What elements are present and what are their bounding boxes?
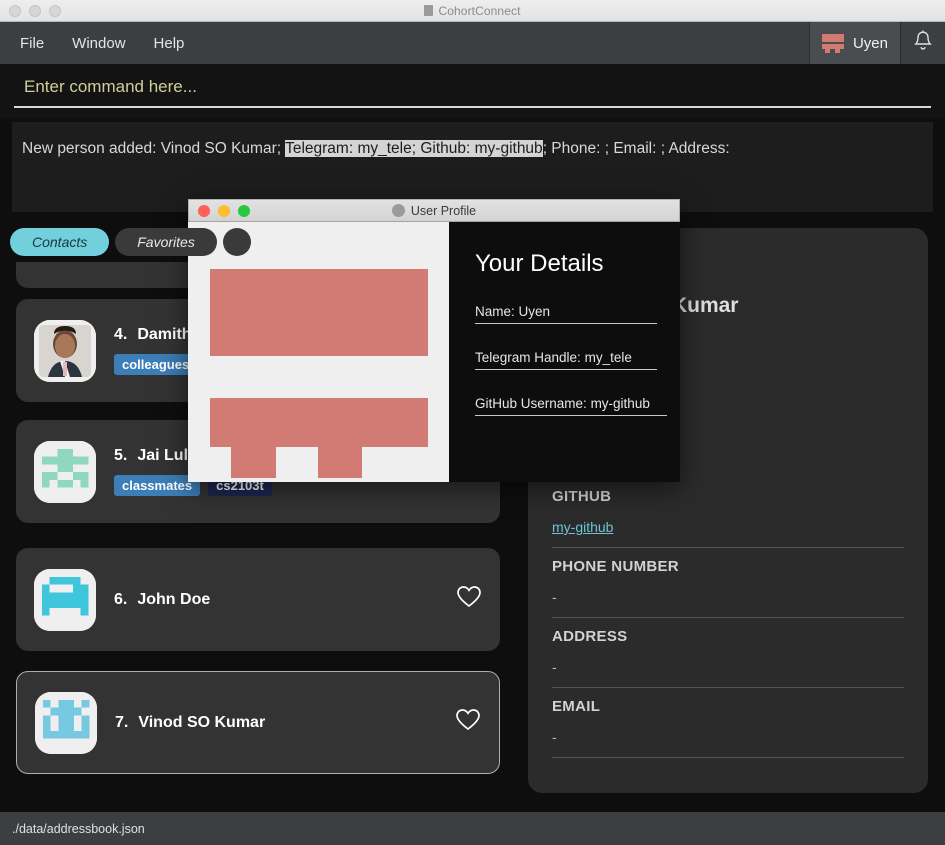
dialog-field-value: Uyen bbox=[518, 304, 551, 319]
avatar bbox=[34, 440, 96, 503]
dialog-titlebar: User Profile bbox=[188, 199, 680, 222]
detail-field-github: GITHUB my-github bbox=[552, 488, 904, 548]
detail-field-list: GITHUB my-github PHONE NUMBER - ADDRESS … bbox=[552, 488, 904, 768]
command-area bbox=[0, 64, 945, 118]
detail-field-value: - bbox=[552, 729, 557, 745]
list-item-name: 6. John Doe bbox=[114, 591, 456, 609]
list-item-name-text: Damith bbox=[137, 326, 192, 343]
favorite-heart-icon[interactable] bbox=[455, 708, 481, 737]
dialog-field-label: Telegram Handle: bbox=[475, 350, 581, 365]
tab-third-hidden[interactable] bbox=[222, 228, 251, 256]
divider bbox=[475, 415, 667, 416]
menubar-right-group: Uyen bbox=[808, 22, 945, 64]
window-title: CohortConnect bbox=[0, 4, 945, 18]
menu-file[interactable]: File bbox=[10, 31, 54, 56]
dialog-field-value: my_tele bbox=[584, 350, 632, 365]
tab-favorites[interactable]: Favorites bbox=[115, 228, 217, 256]
list-item-index: 7. bbox=[115, 713, 129, 731]
broken-image-placeholder-icon bbox=[188, 222, 449, 486]
list-item-name: 7. Vinod SO Kumar bbox=[115, 714, 455, 732]
detail-field-label: GITHUB bbox=[552, 488, 612, 505]
dialog-field-github: GitHub Username: my-github bbox=[475, 396, 667, 416]
status-file-path: ./data/addressbook.json bbox=[12, 821, 145, 836]
user-profile-dialog: User Profile Your Details Name: Uyen Tel… bbox=[188, 199, 680, 482]
github-link[interactable]: my-github bbox=[552, 519, 904, 535]
detail-field-value: - bbox=[552, 659, 557, 675]
list-item-index: 6. bbox=[114, 590, 128, 608]
detail-field-address: ADDRESS - bbox=[552, 628, 904, 688]
dialog-field-text: GitHub Username: my-github bbox=[475, 396, 667, 415]
dialog-image-panel bbox=[188, 222, 449, 482]
detail-field-label: PHONE NUMBER bbox=[552, 558, 679, 575]
dialog-field-label: GitHub Username: bbox=[475, 396, 587, 411]
tag: colleagues bbox=[114, 354, 198, 375]
avatar bbox=[34, 568, 96, 631]
divider bbox=[552, 757, 904, 758]
list-item-body: 6. John Doe bbox=[114, 591, 456, 609]
tab-contacts[interactable]: Contacts bbox=[10, 228, 110, 256]
dialog-title-text: User Profile bbox=[410, 203, 477, 218]
dialog-field-name: Name: Uyen bbox=[475, 304, 657, 324]
divider bbox=[552, 617, 904, 618]
list-item-name-text: Vinod SO Kumar bbox=[138, 713, 266, 731]
favorite-heart-icon[interactable] bbox=[456, 585, 482, 614]
divider bbox=[552, 687, 904, 688]
divider bbox=[552, 547, 904, 548]
avatar bbox=[35, 691, 97, 754]
dialog-title: User Profile bbox=[189, 203, 679, 218]
avatar bbox=[34, 319, 96, 382]
dialog-field-value: my-github bbox=[590, 396, 650, 411]
dialog-field-telegram: Telegram Handle: my_tele bbox=[475, 350, 657, 370]
detail-field-label: EMAIL bbox=[552, 698, 601, 715]
tab-bar: Contacts Favorites bbox=[10, 228, 251, 256]
status-bar: ./data/addressbook.json bbox=[0, 812, 945, 845]
user-profile-button[interactable]: Uyen bbox=[808, 22, 901, 64]
list-item[interactable]: 7. Vinod SO Kumar bbox=[16, 671, 500, 774]
list-item-body: 7. Vinod SO Kumar bbox=[115, 714, 455, 732]
window-titlebar: CohortConnect bbox=[0, 0, 945, 22]
divider bbox=[475, 369, 657, 370]
menu-help[interactable]: Help bbox=[144, 31, 195, 56]
list-item-index: 4. bbox=[114, 326, 128, 343]
notification-button[interactable] bbox=[901, 22, 945, 64]
list-item-name-text: John Doe bbox=[137, 590, 211, 608]
dialog-heading: Your Details bbox=[475, 250, 604, 277]
dialog-body: Your Details Name: Uyen Telegram Handle:… bbox=[188, 222, 680, 482]
detail-field-phone: PHONE NUMBER - bbox=[552, 558, 904, 618]
menu-window[interactable]: Window bbox=[62, 31, 135, 56]
detail-field-value: - bbox=[552, 589, 557, 605]
result-selected-text: Telegram: my_tele; Github: my-github bbox=[285, 140, 543, 157]
broken-image-icon bbox=[820, 30, 846, 56]
menu-bar: File Window Help Uyen bbox=[0, 22, 945, 64]
person-icon bbox=[391, 203, 405, 217]
detail-field-label: ADDRESS bbox=[552, 628, 628, 645]
list-item[interactable]: 6. John Doe bbox=[16, 548, 500, 651]
list-item-index: 5. bbox=[114, 447, 128, 464]
command-input[interactable] bbox=[14, 74, 931, 108]
divider bbox=[475, 323, 657, 324]
dialog-details-panel: Your Details Name: Uyen Telegram Handle:… bbox=[449, 222, 680, 482]
window-title-text: CohortConnect bbox=[438, 3, 521, 18]
dialog-field-text: Telegram Handle: my_tele bbox=[475, 350, 657, 369]
result-prefix: New person added: Vinod SO Kumar; bbox=[22, 140, 286, 157]
document-icon bbox=[424, 4, 434, 16]
result-text: New person added: Vinod SO Kumar; Telegr… bbox=[22, 138, 923, 160]
user-name-label: Uyen bbox=[852, 34, 888, 52]
result-suffix: ; Phone: ; Email: ; Address: bbox=[542, 140, 730, 157]
bell-icon bbox=[913, 29, 933, 58]
dialog-field-text: Name: Uyen bbox=[475, 304, 657, 323]
detail-field-email: EMAIL - bbox=[552, 698, 904, 758]
dialog-field-label: Name: bbox=[475, 304, 515, 319]
